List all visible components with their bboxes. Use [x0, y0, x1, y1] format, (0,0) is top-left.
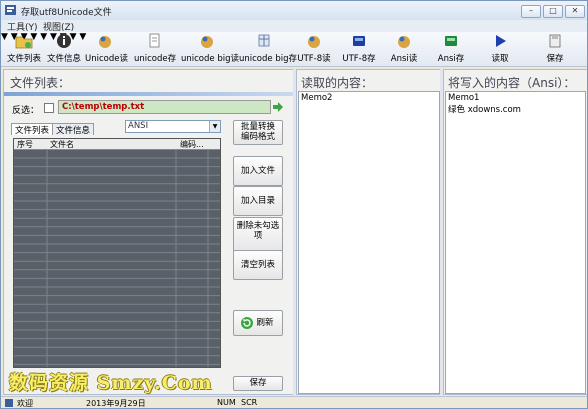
ansi-read-icon	[398, 36, 410, 48]
title-bar: 存取utf8Unicode文件 – □ ✕	[1, 1, 587, 21]
unicode-read-icon	[99, 36, 111, 48]
save-button[interactable]: 保存	[541, 33, 569, 65]
save-green-icon	[445, 36, 457, 46]
chevron-down-icon[interactable]: ▼	[209, 121, 220, 132]
utf8-read-button[interactable]: UTF-8读	[296, 33, 332, 65]
write-memo-line: 绿色 xdowns.com	[448, 105, 521, 115]
encoding-value: ANSI	[128, 121, 149, 131]
refresh-label: 刷新	[256, 318, 274, 328]
menu-bar: 工具(Y) 视图(Z)	[1, 20, 587, 33]
write-content-panel: 将写入的内容（Ansi）： Memo1 绿色 xdowns.com	[443, 69, 587, 395]
unicode-save-button[interactable]: unicode存	[134, 33, 176, 65]
read-memo-text: Memo2	[301, 93, 333, 103]
watermark-text: 数码资源 Smzy.Com	[9, 372, 213, 394]
col-index: 序号	[17, 140, 33, 149]
document-icon	[149, 33, 160, 48]
heading-divider	[4, 92, 294, 96]
save-icon	[549, 34, 561, 48]
read-content-heading: 读取的内容：	[301, 76, 374, 90]
utf8-save-button[interactable]: UTF-8存	[341, 33, 377, 65]
read-content-panel: 读取的内容： Memo2	[296, 69, 442, 395]
info-icon	[57, 34, 71, 48]
tab-file-info[interactable]: 文件信息	[52, 123, 94, 136]
refresh-button[interactable]: 刷新	[233, 310, 283, 336]
ansi-save-button[interactable]: Ansi存	[436, 33, 466, 65]
file-list-button[interactable]: 文件列表	[7, 33, 41, 65]
table-rows	[14, 150, 220, 367]
status-icon	[5, 399, 13, 407]
status-date: 2013年9月29日	[86, 399, 146, 408]
status-welcome: 欢迎	[17, 399, 33, 408]
splitter-right[interactable]	[440, 69, 443, 395]
batch-convert-button[interactable]: 批量转换 编码格式	[233, 120, 283, 145]
window-title: 存取utf8Unicode文件	[21, 8, 112, 18]
reverse-label: 反选：	[12, 106, 40, 116]
utf8-read-icon	[308, 36, 320, 48]
unicode-read-button[interactable]: Unicode读	[85, 33, 128, 65]
reverse-checkbox[interactable]	[44, 103, 54, 113]
minimize-button[interactable]: –	[521, 5, 541, 18]
arrow-right-icon[interactable]	[272, 101, 284, 113]
write-memo[interactable]: Memo1 绿色 xdowns.com	[445, 91, 586, 394]
play-icon	[496, 35, 506, 47]
encoding-select[interactable]: ANSI ▼	[125, 120, 221, 133]
ansi-read-button[interactable]: Ansi读	[389, 33, 419, 65]
save-blue-icon	[353, 36, 365, 46]
table-header: 序号 文件名 编码...	[14, 139, 220, 150]
path-field[interactable]: C:\temp\temp.txt	[58, 100, 271, 114]
write-memo-line: Memo1	[448, 93, 480, 103]
splitter-left[interactable]	[293, 69, 296, 395]
panel-save-button[interactable]: 保存	[233, 376, 283, 391]
read-button[interactable]: 读取	[485, 33, 515, 65]
status-scr: SCR	[241, 398, 258, 407]
col-encoding: 编码...	[180, 140, 204, 149]
folder-icon	[15, 36, 33, 49]
delete-unchecked-button[interactable]: 删除未勾选 项	[233, 217, 283, 252]
read-memo[interactable]: Memo2	[298, 91, 440, 394]
app-window: 存取utf8Unicode文件 – □ ✕ 工具(Y) 视图(Z) 文件列表 文…	[0, 0, 588, 409]
file-list-heading: 文件列表：	[10, 76, 71, 90]
toolbar: 文件列表 文件信息 Unicode读 ▼ unicode存 ▼ unicode …	[1, 32, 587, 67]
unicode-big-save-button[interactable]: unicode big存	[239, 33, 297, 65]
write-content-heading: 将写入的内容（Ansi）：	[448, 76, 576, 90]
file-info-button[interactable]: 文件信息	[45, 33, 83, 65]
tab-file-list[interactable]: 文件列表	[11, 123, 53, 136]
close-button[interactable]: ✕	[565, 5, 585, 18]
unicode-big-read-icon	[201, 36, 213, 48]
refresh-icon	[241, 317, 253, 329]
file-table[interactable]: 序号 文件名 编码...	[13, 138, 221, 368]
add-directory-button[interactable]: 加入目录	[233, 186, 283, 216]
add-file-button[interactable]: 加入文件	[233, 156, 283, 186]
status-num: NUM	[217, 398, 236, 407]
clear-list-button[interactable]: 清空列表	[233, 250, 283, 280]
status-bar: 欢迎 2013年9月29日 NUM SCR	[1, 396, 587, 408]
maximize-button[interactable]: □	[543, 5, 563, 18]
unicode-big-read-button[interactable]: unicode big读	[181, 33, 239, 65]
col-filename: 文件名	[50, 140, 74, 149]
file-list-panel: 文件列表： 反选： C:\temp\temp.txt 文件列表 文件信息 ANS…	[3, 69, 295, 395]
app-icon	[5, 5, 16, 15]
grid-document-icon	[258, 34, 270, 47]
